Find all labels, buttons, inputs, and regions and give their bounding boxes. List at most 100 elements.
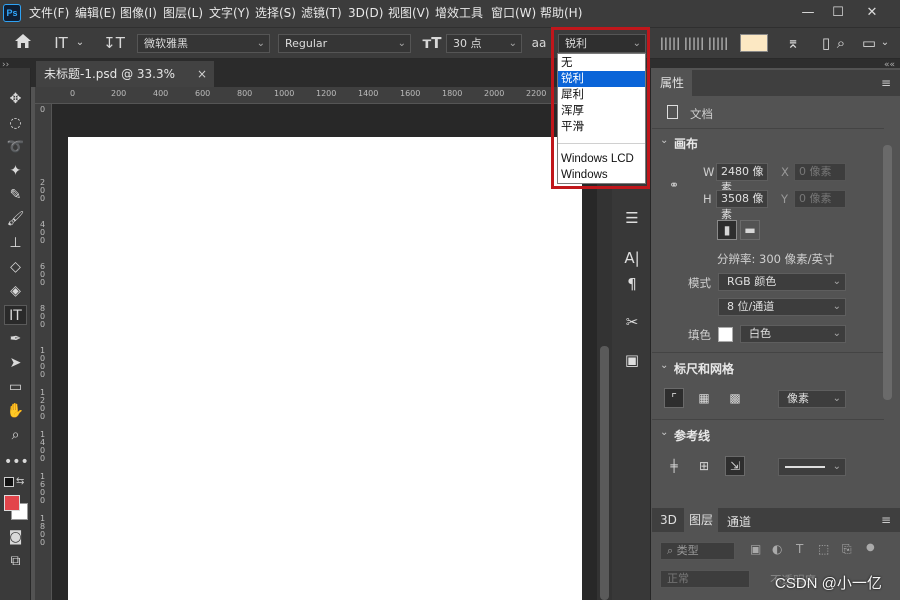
align-center-icon[interactable]: ||||| [683,33,705,53]
character-icon[interactable]: A| [619,247,645,269]
tools-presets-icon[interactable]: ✂ [619,311,645,333]
chevron-down-icon[interactable]: ⌄ [660,360,668,371]
chevron-down-icon[interactable]: ⌄ [660,427,668,438]
properties-icon[interactable]: ▣ [619,349,645,371]
menu-type[interactable]: 文字(Y) [209,0,250,27]
eraser-tool-icon[interactable]: ◇ [4,257,27,277]
brush-tool-icon[interactable]: 🖌 [4,209,27,229]
width-field[interactable]: 2480 像素 [716,163,768,194]
toggle-orientation-icon[interactable]: ↧T [103,33,125,53]
tab-layers[interactable]: 图层 [684,508,718,532]
filter-pixel-icon[interactable]: ▣ [750,542,761,556]
align-left-icon[interactable]: ||||| [659,33,681,53]
zoom-tool-icon[interactable]: ⌕ [4,425,27,445]
menu-image[interactable]: 图像(I) [120,0,157,27]
font-style-select[interactable]: Regular ⌄ [278,34,411,53]
minimize-icon[interactable]: — [792,0,824,27]
chevron-down-icon[interactable]: ⌄ [660,135,668,146]
eyedropper-tool-icon[interactable]: ✎ [4,185,27,205]
menu-layer[interactable]: 图层(L) [163,0,203,27]
swap-colors-icon[interactable]: ⇆ [16,476,24,487]
lock-guides-icon[interactable]: ⊞ [694,456,714,476]
pixel-grid-icon[interactable]: ▩ [725,388,745,408]
portrait-orientation-icon[interactable]: ▮ [717,220,737,240]
panel-scrollbar-thumb[interactable] [883,145,892,400]
tab-channels[interactable]: 通道 [727,513,751,530]
ruler-tick: 1 0 0 0 [40,346,46,379]
menu-select[interactable]: 选择(S) [255,0,296,27]
workspace-icon[interactable]: ▭ [858,33,880,53]
more-tools-icon[interactable]: ••• [4,452,29,472]
y-field[interactable]: 0 像素 [794,190,846,208]
x-field[interactable]: 0 像素 [794,163,846,181]
warp-text-icon[interactable]: ⌆ [782,33,804,53]
fill-select[interactable]: 白色 ⌄ [740,325,846,343]
bit-depth-select[interactable]: 8 位/通道 ⌄ [718,298,846,316]
tab-properties[interactable]: 属性 [652,70,692,96]
pen-tool-icon[interactable]: ✒ [4,329,27,349]
guides-icon[interactable]: ╪ [664,456,684,476]
quick-mask-icon[interactable]: ◙ [4,527,27,547]
guide-style-select[interactable]: ⌄ [778,458,846,476]
rectangle-tool-icon[interactable]: ▭ [4,377,27,397]
fill-color-swatch[interactable] [718,327,733,342]
search-icon[interactable]: ⌕ [830,33,852,53]
hand-tool-icon[interactable]: ✋ [4,401,27,421]
ruler-tick: 2200 [526,89,547,98]
filter-smart-object-icon[interactable]: ⎘ [842,542,852,557]
mode-select[interactable]: RGB 颜色 ⌄ [718,273,846,291]
move-tool-icon[interactable]: ✥ [4,89,27,109]
align-right-icon[interactable]: ||||| [707,33,729,53]
path-selection-tool-icon[interactable]: ➤ [4,353,27,373]
landscape-orientation-icon[interactable]: ▬ [740,220,760,240]
type-tool-preset-icon[interactable]: ⅠT [50,33,72,53]
document-tab[interactable]: 未标题-1.psd @ 33.3%(RGB/8) × [36,61,214,107]
gradient-tool-icon[interactable]: ◈ [4,281,27,301]
maximize-icon[interactable]: ☐ [822,0,854,27]
menu-view[interactable]: 视图(V) [388,0,430,27]
panel-menu-icon[interactable]: ≡ [881,76,891,90]
close-icon[interactable]: ✕ [856,0,888,27]
filter-type-icon[interactable]: T [796,542,803,556]
menu-plugins[interactable]: 增效工具 [435,0,483,27]
menu-3d[interactable]: 3D(D) [348,0,383,27]
layer-filter-select[interactable]: ⌕ 类型 [660,542,735,560]
home-icon[interactable] [12,33,34,54]
menu-help[interactable]: 帮助(H) [540,0,582,27]
default-colors-icon[interactable] [4,477,14,487]
paragraph-styles-icon[interactable]: ☰ [619,207,645,229]
text-color-swatch[interactable] [740,34,768,52]
filter-shape-icon[interactable]: ⬚ [818,542,829,556]
scrollbar-thumb[interactable] [600,346,609,600]
height-field[interactable]: 3508 像素 [716,190,768,221]
blend-mode-select[interactable]: 正常 [660,570,750,588]
chevron-down-icon[interactable]: ⌄ [74,33,86,53]
screen-mode-icon[interactable]: ⧉ [4,551,27,571]
panel-menu-icon[interactable]: ≡ [881,513,891,527]
smart-guides-icon[interactable]: ⇲ [725,456,745,476]
document-canvas[interactable] [68,137,582,600]
foreground-color-swatch[interactable] [4,495,20,511]
font-size-select[interactable]: 30 点 ⌄ [446,34,522,53]
menu-filter[interactable]: 滤镜(T) [301,0,342,27]
link-icon[interactable]: ⚭ [669,178,679,192]
tab-3d[interactable]: 3D [660,513,677,527]
filter-toggle-icon[interactable]: ● [866,542,875,553]
ruler-toggle-icon[interactable]: ⌜ [664,388,684,408]
filter-adjustment-icon[interactable]: ◐ [772,542,782,556]
font-family-select[interactable]: 微软雅黑 ⌄ [137,34,270,53]
paragraph-icon[interactable]: ¶ [619,273,645,295]
type-tool-icon[interactable]: ⅠT [4,305,27,325]
magic-wand-tool-icon[interactable]: ✦ [4,161,27,181]
stamp-tool-icon[interactable]: ⊥ [4,233,27,253]
ruler-tick: 8 0 0 [40,304,46,329]
menu-window[interactable]: 窗口(W) [491,0,536,27]
menu-edit[interactable]: 编辑(E) [75,0,116,27]
ruler-units-select[interactable]: 像素 ⌄ [778,390,846,408]
marquee-tool-icon[interactable]: ◌ [4,113,27,133]
grid-toggle-icon[interactable]: ▦ [694,388,714,408]
chevron-down-icon[interactable]: ⌄ [878,33,892,53]
close-tab-icon[interactable]: × [197,61,207,87]
menu-file[interactable]: 文件(F) [29,0,69,27]
lasso-tool-icon[interactable]: ➰ [4,137,27,157]
